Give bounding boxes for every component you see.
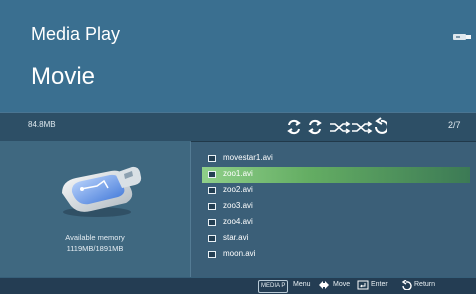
file-name: zoo1.avi: [223, 169, 253, 178]
return-hint: Return: [414, 281, 436, 288]
menu-hint: Menu: [293, 281, 311, 288]
shuffle-icon: [330, 121, 351, 134]
app-title: Media Play: [31, 24, 121, 44]
file-item[interactable]: star.avi: [202, 231, 470, 247]
enter-hint: Enter: [371, 281, 388, 288]
selected-file-size: 84.8MB: [28, 120, 56, 129]
repeat-one-icon: [308, 119, 322, 135]
file-item[interactable]: zoo4.avi: [202, 215, 470, 231]
video-file-icon: [208, 187, 216, 194]
header: Media Play Movie: [0, 0, 476, 112]
available-memory-value: 1119MB/1891MB: [66, 244, 124, 253]
file-name: zoo3.avi: [223, 201, 253, 210]
media-player-screen: Media Play Movie 84.8MB 2/7 Available me…: [0, 0, 476, 294]
page-title: Movie: [31, 63, 96, 90]
file-item[interactable]: zoo2.avi: [202, 183, 470, 199]
file-name: zoo4.avi: [223, 217, 253, 226]
file-item[interactable]: zoo3.avi: [202, 199, 470, 215]
video-file-icon: [208, 203, 216, 210]
usb-icon: [453, 34, 471, 40]
selected-file-item[interactable]: zoo1.avi: [202, 167, 470, 183]
file-item[interactable]: movestar1.avi: [202, 151, 470, 167]
video-file-icon: [208, 219, 216, 226]
file-name: moon.avi: [223, 249, 256, 258]
return-icon: [401, 280, 412, 290]
move-hint: Move: [333, 281, 351, 288]
move-arrows-icon: [319, 281, 329, 289]
file-list: movestar1.avi zoo1.avi zoo2.avi zoo3.avi zoo…: [202, 151, 470, 263]
enter-icon: [357, 280, 369, 290]
available-memory-label: Available memory: [65, 233, 125, 242]
status-bar: [0, 112, 476, 142]
playback-mode-icons: [287, 117, 387, 135]
shuffle-off-icon: [352, 121, 373, 134]
file-name: movestar1.avi: [223, 153, 273, 162]
video-file-icon: [208, 171, 216, 178]
video-file-icon: [208, 235, 216, 242]
video-file-icon: [208, 155, 216, 162]
file-name: zoo2.avi: [223, 185, 253, 194]
file-name: star.avi: [223, 233, 249, 242]
file-item[interactable]: moon.avi: [202, 247, 470, 263]
video-file-icon: [208, 251, 216, 258]
usb-drive-icon: [62, 166, 142, 217]
reverse-icon: [375, 117, 387, 134]
media-button-badge: MEDIA P: [258, 280, 289, 293]
repeat-all-icon: [287, 119, 301, 135]
divider: [190, 141, 191, 277]
page-count: 2/7: [448, 120, 461, 130]
